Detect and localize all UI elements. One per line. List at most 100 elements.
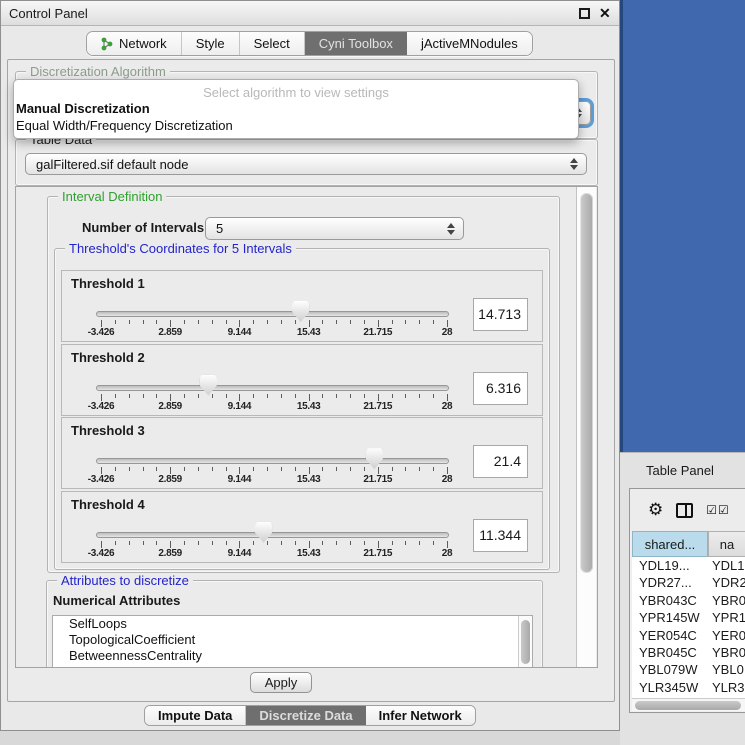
close-icon[interactable]: ✕ [599,5,611,22]
table-hscrollbar[interactable] [632,698,745,711]
control-panel-titlebar[interactable]: Control Panel ✕ [1,1,619,26]
cell-shared-name[interactable]: YLR345W [632,679,708,696]
cell-shared-name[interactable]: YPR145W [632,609,708,626]
slider-tick [405,541,406,545]
slider-handle[interactable] [366,448,383,469]
tab-cyni-toolbox[interactable]: Cyni Toolbox [305,32,407,55]
tab-discretize-data[interactable]: Discretize Data [246,706,365,725]
slider-track[interactable] [96,458,449,464]
table-row[interactable]: YDL19...YDL1 [632,557,745,574]
cell-shared-name[interactable]: YDL19... [632,557,708,574]
slider-tick [253,467,254,471]
slider-tick [101,320,102,327]
attribute-item[interactable]: SelfLoops [53,616,518,632]
cell-name[interactable]: YBR0 [708,644,745,661]
apply-button[interactable]: Apply [250,672,312,693]
slider-tick [101,541,102,548]
table-row[interactable]: YBR045CYBR0 [632,644,745,661]
table-row[interactable]: YDR27...YDR2 [632,574,745,591]
tab-style[interactable]: Style [182,32,240,55]
cell-shared-name[interactable]: YBR045C [632,644,708,661]
slider-tick-label: 21.715 [363,548,392,559]
cell-name[interactable]: YPR1 [708,609,745,626]
slider-handle[interactable] [255,522,272,543]
float-window-icon[interactable] [579,8,590,19]
slider-tick [170,320,171,327]
settings-scrollpane: Interval Definition Number of Intervals … [15,186,598,668]
column-header-name[interactable]: na [708,531,745,557]
slider-tick [378,320,379,327]
threshold-value-field[interactable]: 6.316 [473,372,528,405]
cell-shared-name[interactable]: YBL079W [632,661,708,678]
slider-tick [129,467,130,471]
slider-track[interactable] [96,532,449,538]
table-data-combobox[interactable]: galFiltered.sif default node [25,153,587,175]
slider-tick [101,467,102,474]
slider-tick-label: 15.43 [297,474,321,485]
column-header-shared-name[interactable]: shared... [632,531,708,557]
columns-icon[interactable] [676,503,693,518]
cell-name[interactable]: YBR0 [708,592,745,609]
tab-impute-data[interactable]: Impute Data [145,706,246,725]
threshold-value-field[interactable]: 21.4 [473,445,528,478]
cell-shared-name[interactable]: YER054C [632,627,708,644]
slider-tick-label: 2.859 [158,401,182,412]
attribute-item[interactable]: TopologicalCoefficient [53,632,518,648]
tab-select[interactable]: Select [240,32,305,55]
table-hscrollbar-thumb[interactable] [635,701,741,710]
slider-tick [239,320,240,327]
cell-name[interactable]: YER0 [708,627,745,644]
slider-tick [309,541,310,548]
slider-tick-label: -3.426 [88,474,115,485]
slider-tick [212,394,213,398]
slider-tick [129,541,130,545]
slider-tick [267,467,268,471]
cell-name[interactable]: YLR3 [708,679,745,696]
cell-shared-name[interactable]: YBR043C [632,592,708,609]
list-scrollbar-thumb[interactable] [521,620,530,664]
attribute-items: SelfLoopsTopologicalCoefficientBetweenne… [53,616,518,668]
popup-item[interactable]: Equal Width/Frequency Discretization [14,117,578,134]
cell-name[interactable]: YBL0 [708,661,745,678]
table-row[interactable]: YER054CYER0 [632,627,745,644]
slider-handle[interactable] [292,301,309,322]
number-of-intervals-combobox[interactable]: 5 [205,217,464,240]
algorithm-dropdown-popup: Select algorithm to view settings Manual… [13,79,579,139]
combo-arrows-icon [447,223,455,235]
slider-tick [322,394,323,398]
settings-scrollbar-thumb[interactable] [580,193,593,573]
table-row[interactable]: YBR043CYBR0 [632,592,745,609]
slider-tick-label: -3.426 [88,327,115,338]
slider-tick-label: 9.144 [228,327,252,338]
slider-track[interactable] [96,385,449,391]
select-columns-checkboxes-icon[interactable]: ☑☑ [706,503,730,517]
slider-tick-label: 9.144 [228,401,252,412]
settings-scrollbar[interactable] [576,187,596,667]
list-scrollbar[interactable] [518,616,532,668]
tab-infer-network[interactable]: Infer Network [366,706,475,725]
threshold-value-field[interactable]: 14.713 [473,298,528,331]
tab-network[interactable]: Network [87,32,182,55]
popup-placeholder: Select algorithm to view settings [14,80,578,100]
attribute-item[interactable]: BetweennessCentrality [53,648,518,664]
cell-name[interactable]: YDR2 [708,574,745,591]
tab-jactivemnodules[interactable]: jActiveMNodules [407,32,532,55]
threshold-value-field[interactable]: 11.344 [473,519,528,552]
popup-item[interactable]: Manual Discretization [14,100,578,117]
table-row[interactable]: YPR145WYPR1 [632,609,745,626]
number-of-intervals-value: 5 [216,221,223,236]
slider-handle[interactable] [200,375,217,396]
slider-tick [281,467,282,471]
slider-tick [433,467,434,471]
table-row[interactable]: YLR345WYLR3 [632,679,745,696]
slider-tick [267,320,268,324]
slider-tick [322,467,323,471]
slider-tick [267,394,268,398]
slider-tick [378,541,379,548]
gear-icon[interactable]: ⚙ [648,502,663,519]
slider-tick-label: 15.43 [297,548,321,559]
cell-shared-name[interactable]: YDR27... [632,574,708,591]
cell-name[interactable]: YDL1 [708,557,745,574]
table-row[interactable]: YBL079WYBL0 [632,661,745,678]
slider-track[interactable] [96,311,449,317]
